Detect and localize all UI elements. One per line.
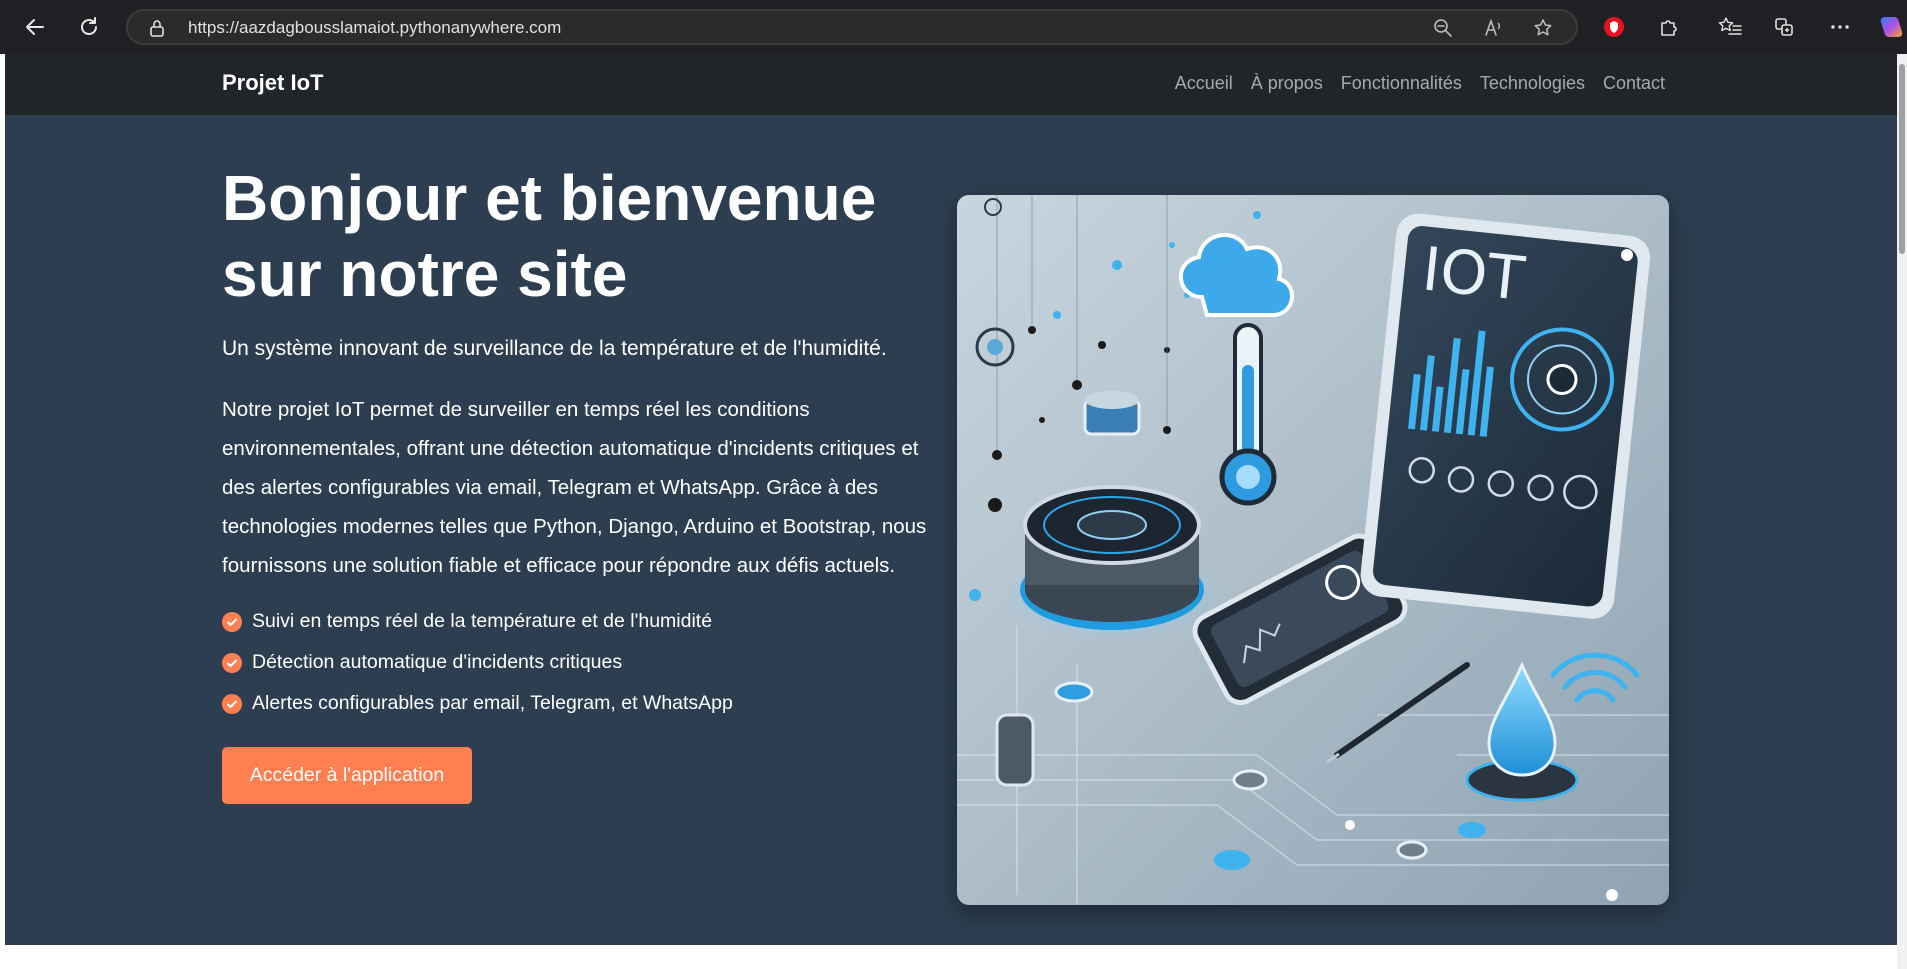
feature-text: Alertes configurables par email, Telegra…	[252, 692, 733, 714]
copilot-icon[interactable]	[1878, 13, 1904, 41]
page-viewport: Projet IoT Accueil À propos Fonctionnali…	[5, 54, 1897, 969]
shield-extension-icon[interactable]	[1600, 13, 1628, 41]
tablet-label: IOT	[1419, 234, 1528, 314]
check-circle-icon	[222, 652, 242, 673]
feature-text: Suivi en temps réel de la température et…	[252, 610, 713, 632]
refresh-icon[interactable]	[73, 11, 105, 43]
read-aloud-icon[interactable]	[1482, 17, 1504, 39]
page-scrollbar[interactable]	[1897, 54, 1907, 969]
zoom-out-icon[interactable]	[1432, 17, 1454, 39]
nav-link-fonctionnalites[interactable]: Fonctionnalités	[1341, 73, 1462, 94]
list-item: Détection automatique d'incidents critiq…	[222, 642, 733, 683]
check-circle-icon	[222, 693, 242, 714]
hero-title: Bonjour et bienvenue sur notre site	[222, 162, 877, 310]
puzzle-extensions-icon[interactable]	[1655, 13, 1683, 41]
hero-section: Bonjour et bienvenue sur notre site Un s…	[5, 115, 1897, 945]
nav-link-a-propos[interactable]: À propos	[1251, 73, 1323, 94]
next-section-edge	[5, 945, 1897, 969]
feature-text: Détection automatique d'incidents critiq…	[252, 651, 623, 673]
site-navbar: Projet IoT Accueil À propos Fonctionnali…	[5, 54, 1897, 115]
scrollbar-thumb[interactable]	[1899, 64, 1905, 254]
access-application-button[interactable]: Accéder à l'application	[222, 747, 472, 804]
hero-description: Notre projet IoT permet de surveiller en…	[222, 398, 927, 577]
address-url[interactable]: https://aazdagbousslamaiot.pythonanywher…	[188, 18, 561, 38]
nav-link-contact[interactable]: Contact	[1603, 73, 1665, 94]
nav-links: Accueil À propos Fonctionnalités Technol…	[1175, 73, 1665, 94]
address-bar[interactable]: https://aazdagbousslamaiot.pythonanywher…	[126, 9, 1578, 45]
collections-icon[interactable]	[1770, 13, 1798, 41]
nav-link-accueil[interactable]: Accueil	[1175, 73, 1233, 94]
site-brand[interactable]: Projet IoT	[222, 70, 323, 96]
feature-list: Suivi en temps réel de la température et…	[222, 601, 733, 724]
check-circle-icon	[222, 611, 242, 632]
iot-illustration: IOT	[957, 195, 1669, 905]
more-menu-icon[interactable]	[1826, 13, 1854, 41]
hero-lead: Un système innovant de surveillance de l…	[222, 337, 887, 360]
star-icon[interactable]	[1532, 17, 1554, 39]
browser-toolbar: https://aazdagbousslamaiot.pythonanywher…	[0, 0, 1907, 54]
nav-link-technologies[interactable]: Technologies	[1480, 73, 1585, 94]
iot-illustration-graphic: IOT	[957, 195, 1669, 905]
back-arrow-icon[interactable]	[19, 11, 51, 43]
list-item: Suivi en temps réel de la température et…	[222, 601, 733, 642]
list-item: Alertes configurables par email, Telegra…	[222, 683, 733, 724]
favorites-list-icon[interactable]	[1716, 13, 1744, 41]
lock-icon[interactable]	[146, 17, 168, 39]
